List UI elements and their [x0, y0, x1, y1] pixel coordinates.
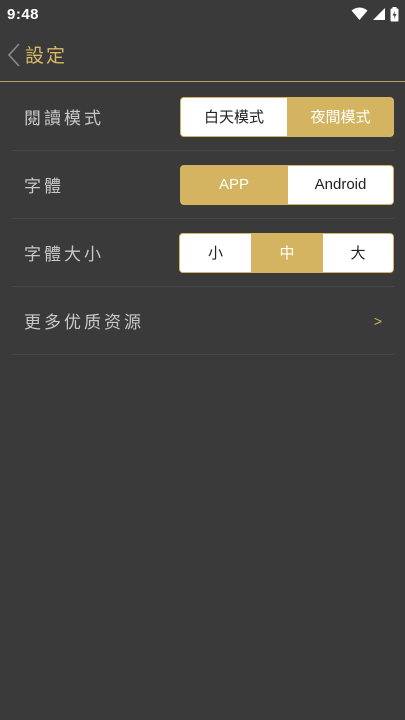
font-size-medium-button[interactable]: 中	[251, 233, 322, 272]
day-mode-button[interactable]: 白天模式	[181, 97, 287, 136]
font-size-large-button[interactable]: 大	[322, 233, 393, 272]
chevron-left-icon	[7, 42, 20, 67]
back-button[interactable]	[3, 35, 25, 75]
page-title: 設定	[25, 45, 68, 67]
chevron-right-icon: >	[373, 312, 382, 329]
font-size-label: 字體大小	[24, 245, 104, 265]
status-icons	[351, 6, 399, 22]
font-android-button[interactable]: Android	[287, 165, 393, 204]
more-resources-label: 更多优质资源	[24, 313, 144, 333]
font-app-button[interactable]: APP	[181, 165, 287, 204]
settings-list: 閱讀模式 白天模式 夜間模式 字體 APP Android 字體大小 小 中 大…	[12, 83, 394, 355]
font-size-row: 字體大小 小 中 大	[12, 219, 394, 287]
font-size-small-button[interactable]: 小	[180, 233, 251, 272]
battery-icon	[390, 6, 399, 21]
status-time: 9:48	[7, 5, 40, 23]
font-row: 字體 APP Android	[12, 151, 394, 219]
font-segmented-control: APP Android	[180, 164, 394, 205]
cellular-signal-icon	[373, 8, 385, 20]
reading-mode-row: 閱讀模式 白天模式 夜間模式	[12, 83, 394, 151]
reading-mode-label: 閱讀模式	[24, 109, 104, 129]
status-bar: 9:48	[0, 0, 405, 28]
more-resources-row[interactable]: 更多优质资源 >	[12, 287, 394, 355]
night-mode-button[interactable]: 夜間模式	[287, 97, 393, 136]
font-label: 字體	[24, 177, 64, 197]
app-bar: 設定	[0, 28, 405, 82]
reading-mode-segmented-control: 白天模式 夜間模式	[180, 96, 394, 137]
wifi-icon	[351, 7, 368, 20]
font-size-segmented-control: 小 中 大	[179, 232, 394, 273]
